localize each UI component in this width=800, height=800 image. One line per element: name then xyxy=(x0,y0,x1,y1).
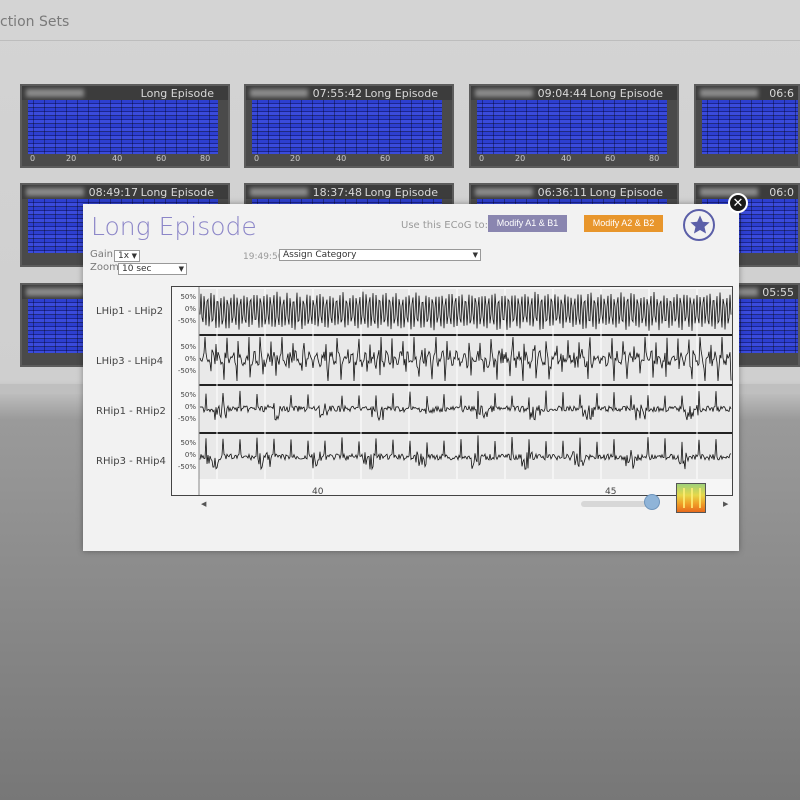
thumbnail-time: 09:04:44 xyxy=(537,87,587,100)
spectrogram-icon[interactable] xyxy=(676,483,706,513)
use-ecog-label: Use this ECoG to: xyxy=(401,220,489,231)
zoom-value: 10 sec xyxy=(122,264,152,274)
thumbnail-title: Long Episode xyxy=(140,186,214,199)
gain-value: 1x xyxy=(118,251,130,261)
thumbnail-plot xyxy=(702,100,798,154)
page-title: ction Sets xyxy=(0,14,70,30)
gain-select[interactable]: 1x ▼ xyxy=(114,250,140,262)
x-tick-label: 45 xyxy=(605,487,617,497)
chevron-down-icon: ▼ xyxy=(472,251,478,259)
ecog-plot[interactable]: 50% 0% -50% 50% 0% -50% 50% 0% -50% 50% 0% -50% xyxy=(171,286,733,496)
episode-modal: Long Episode Use this ECoG to: Modify A1… xyxy=(83,204,739,551)
amplitude-scale-label: 0% xyxy=(184,305,196,313)
thumbnail-time: 07:55:42 xyxy=(312,87,362,100)
channel-label: RHip1 - RHip2 xyxy=(96,406,166,417)
close-icon: ✕ xyxy=(732,196,744,211)
thumbnail-time: 08:49:17 xyxy=(88,186,138,199)
scroll-left-icon[interactable]: ◀ xyxy=(201,500,206,508)
thumbnail-title: Long Episode xyxy=(364,87,438,100)
header-divider xyxy=(0,40,800,41)
channel-label: RHip3 - RHip4 xyxy=(96,456,166,467)
channel-label: LHip1 - LHip2 xyxy=(96,306,164,317)
thumbnail-plot xyxy=(28,100,218,154)
thumbnail-title: Long Episode xyxy=(589,87,663,100)
modify-a1-b1-button[interactable]: Modify A1 & B1 xyxy=(488,215,567,232)
thumbnail-plot xyxy=(252,100,442,154)
amplitude-scale-label: 50% xyxy=(180,343,196,351)
favorite-button[interactable] xyxy=(683,209,715,241)
amplitude-scale-label: -50% xyxy=(177,367,196,375)
zoom-select[interactable]: 10 sec ▼ xyxy=(118,263,187,275)
thumbnail-time: 05:55 xyxy=(762,286,794,299)
thumbnail-time: 06:0 xyxy=(769,186,794,199)
thumbnail-title: Long Episode xyxy=(140,87,214,100)
thumbnail-time: 18:37:48 xyxy=(312,186,362,199)
amplitude-scale-label: 50% xyxy=(180,391,196,399)
thumbnail-title: Long Episode xyxy=(364,186,438,199)
modal-title: Long Episode xyxy=(91,212,257,241)
episode-thumbnail[interactable]: Long Episode 0 20 40 60 80 xyxy=(20,84,230,168)
episode-thumbnail[interactable]: 09:04:44 Long Episode 0 20 40 60 80 xyxy=(469,84,679,168)
amplitude-scale-label: 0% xyxy=(184,355,196,363)
channel-label: LHip3 - LHip4 xyxy=(96,356,164,367)
chevron-down-icon: ▼ xyxy=(131,252,137,260)
episode-thumbnail[interactable]: 07:55:42 Long Episode 0 20 40 60 80 xyxy=(244,84,454,168)
thumbnail-axis: 0 20 40 60 80 xyxy=(30,154,211,163)
time-slider-handle[interactable] xyxy=(644,494,660,510)
amplitude-scale-label: -50% xyxy=(177,317,196,325)
thumbnail-title: Long Episode xyxy=(589,186,663,199)
amplitude-scale-label: 0% xyxy=(184,403,196,411)
modify-a2-b2-button[interactable]: Modify A2 & B2 xyxy=(584,215,663,232)
amplitude-scale-label: 50% xyxy=(180,293,196,301)
thumbnail-time: 06:6 xyxy=(769,87,794,100)
chevron-down-icon: ▼ xyxy=(178,265,184,273)
gain-label: Gain xyxy=(90,249,113,260)
ecog-waveform-svg xyxy=(198,287,732,495)
thumbnail-time: 06:36:11 xyxy=(537,186,587,199)
amplitude-scale-label: 0% xyxy=(184,451,196,459)
amplitude-scale-label: 50% xyxy=(180,439,196,447)
scroll-right-icon[interactable]: ▶ xyxy=(723,500,728,508)
thumbnail-axis: 0 20 40 60 80 xyxy=(479,154,660,163)
close-button[interactable]: ✕ xyxy=(728,193,748,213)
episode-timestamp: 19:49:50 xyxy=(243,252,284,262)
x-tick-label: 40 xyxy=(312,487,324,497)
amplitude-scale-label: -50% xyxy=(177,463,196,471)
zoom-label: Zoom xyxy=(90,262,119,273)
amplitude-scale-label: -50% xyxy=(177,415,196,423)
episode-thumbnail[interactable]: 06:6 xyxy=(694,84,800,168)
thumbnail-plot xyxy=(477,100,667,154)
thumbnail-axis: 0 20 40 60 80 xyxy=(254,154,435,163)
category-select[interactable]: Assign Category ▼ xyxy=(279,249,481,261)
star-icon xyxy=(690,215,710,234)
category-value: Assign Category xyxy=(283,250,357,260)
